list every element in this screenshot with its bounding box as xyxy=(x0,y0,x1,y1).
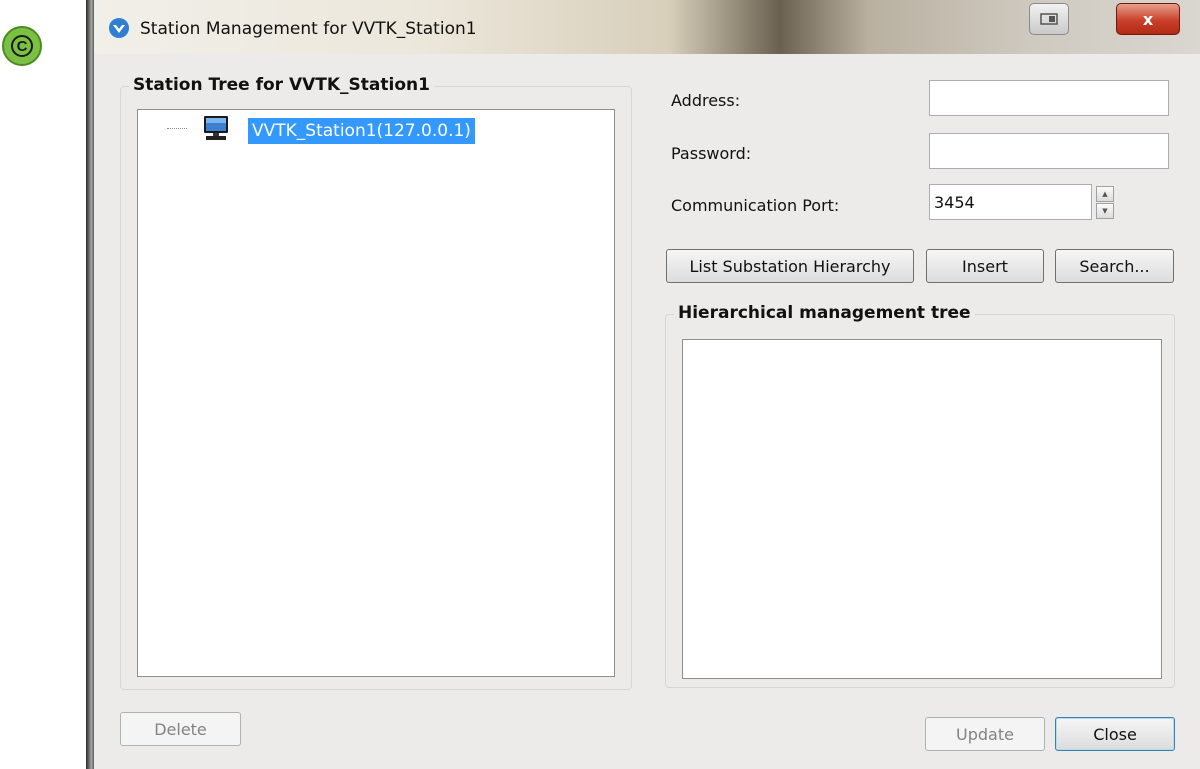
insert-button[interactable]: Insert xyxy=(926,249,1044,283)
search-button[interactable]: Search... xyxy=(1055,249,1174,283)
communication-port-input[interactable] xyxy=(929,184,1092,220)
station-tree-group: Station Tree for VVTK_Station1 VVTK_Stat… xyxy=(120,75,632,690)
hierarchy-tree-group: Hierarchical management tree xyxy=(665,303,1175,688)
station-tree-title: Station Tree for VVTK_Station1 xyxy=(129,75,434,95)
delete-button[interactable]: Delete xyxy=(120,712,241,746)
close-button[interactable]: Close xyxy=(1055,717,1175,751)
step-badge: C xyxy=(2,26,42,66)
address-input[interactable] xyxy=(929,80,1169,116)
station-tree[interactable]: VVTK_Station1(127.0.0.1) xyxy=(137,109,615,677)
window-title: Station Management for VVTK_Station1 xyxy=(140,19,477,39)
step-badge-letter: C xyxy=(11,35,33,57)
spin-up-arrow-icon[interactable]: ▲ xyxy=(1096,186,1114,202)
spin-down-arrow-icon[interactable]: ▼ xyxy=(1096,203,1114,219)
computer-icon xyxy=(204,116,228,140)
tree-node-label[interactable]: VVTK_Station1(127.0.0.1) xyxy=(248,118,475,144)
update-button[interactable]: Update xyxy=(925,717,1045,751)
communication-port-label: Communication Port: xyxy=(671,196,840,215)
title-bar[interactable]: Station Management for VVTK_Station1 x xyxy=(94,0,1200,54)
restore-button[interactable] xyxy=(1029,3,1069,35)
station-management-dialog: Station Management for VVTK_Station1 x S… xyxy=(94,0,1200,769)
app-logo-icon xyxy=(109,18,129,38)
password-input[interactable] xyxy=(929,133,1169,169)
hierarchy-tree-title: Hierarchical management tree xyxy=(674,303,975,323)
list-substation-hierarchy-button[interactable]: List Substation Hierarchy xyxy=(666,249,914,283)
password-label: Password: xyxy=(671,144,752,163)
address-label: Address: xyxy=(671,91,741,110)
close-icon: x xyxy=(1142,9,1154,29)
dialog-client-area: Station Tree for VVTK_Station1 VVTK_Stat… xyxy=(108,54,1198,764)
tree-connector-line xyxy=(167,128,187,129)
port-spinner[interactable]: ▲ ▼ xyxy=(1096,186,1114,220)
close-window-button[interactable]: x xyxy=(1116,3,1180,35)
hierarchy-tree[interactable] xyxy=(682,339,1162,679)
restore-icon xyxy=(1040,13,1058,25)
